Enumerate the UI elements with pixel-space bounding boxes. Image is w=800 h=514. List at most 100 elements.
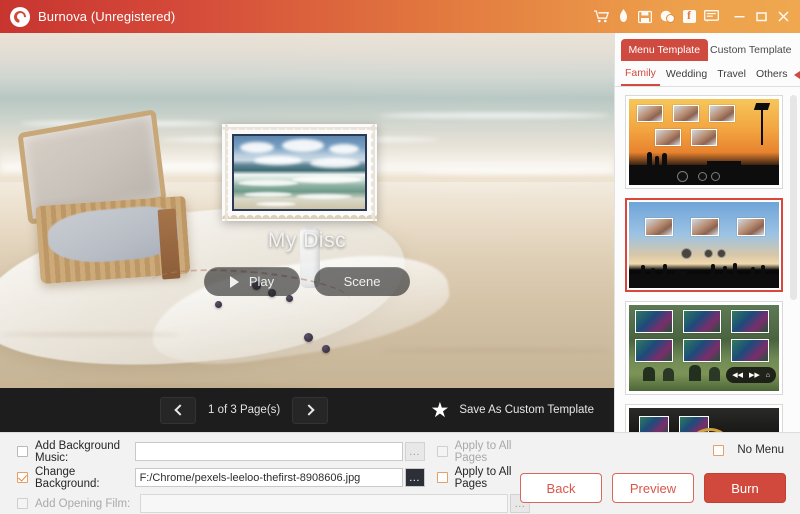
change-background-value: F:/Chrome/pexels-leeloo-thefirst-8908606… xyxy=(139,471,361,484)
template-panel: Menu Template Custom Template Family Wed… xyxy=(614,33,800,432)
change-background-checkbox[interactable] xyxy=(17,472,28,483)
cart-icon[interactable] xyxy=(590,5,612,29)
scroll-left-icon[interactable] xyxy=(793,71,800,79)
template-item-beach-blue[interactable] xyxy=(625,198,783,292)
main-body: My Disc Play Scene 1 of 3 Page(s) ★ Save… xyxy=(0,33,800,432)
maximize-button[interactable] xyxy=(750,5,772,29)
change-background-apply-label: Apply to All Pages xyxy=(454,465,512,490)
background-music-browse-button[interactable]: ... xyxy=(404,442,425,461)
feedback-icon[interactable] xyxy=(700,5,722,29)
title-bar: Burnova (Unregistered) xyxy=(0,0,800,33)
category-tab-wedding[interactable]: Wedding xyxy=(662,65,711,85)
back-button[interactable]: Back xyxy=(520,473,602,503)
titlebar-tools xyxy=(590,5,800,29)
burnova-window: Burnova (Unregistered) f My Disc Play Sc… xyxy=(0,0,800,514)
chevron-left-icon xyxy=(173,404,186,416)
decor-berry xyxy=(215,301,222,308)
page-navigation-bar: 1 of 3 Page(s) ★ Save As Custom Template xyxy=(0,388,614,432)
template-nav-dot xyxy=(717,249,726,258)
star-icon: ★ xyxy=(430,398,450,422)
decor-berry xyxy=(322,345,330,353)
tab-custom-template[interactable]: Custom Template xyxy=(708,39,795,61)
decor-berry xyxy=(304,333,313,342)
template-item-forest-camping[interactable]: ◀◀ ▶▶ ⌂ xyxy=(625,301,783,395)
category-tab-family[interactable]: Family xyxy=(621,64,660,86)
menu-thumbnail-stamp[interactable] xyxy=(221,123,378,222)
template-nav-dot xyxy=(704,249,713,258)
stamp-perforation xyxy=(221,124,228,221)
template-list[interactable]: ◀◀ ▶▶ ⌂ xyxy=(615,87,800,432)
background-music-input[interactable] xyxy=(134,442,403,461)
template-control-bar: ◀◀ ▶▶ ⌂ xyxy=(726,367,776,383)
template-item-sunset-family[interactable] xyxy=(625,95,783,189)
menu-play-button[interactable]: Play xyxy=(204,267,300,296)
previous-page-button[interactable] xyxy=(160,396,196,424)
template-nav-dot xyxy=(711,172,720,181)
next-icon: ▶▶ xyxy=(748,371,760,379)
decor-wave xyxy=(380,113,610,118)
stamp-perforation xyxy=(222,215,377,222)
opening-film-input[interactable] xyxy=(140,494,508,513)
change-background-input[interactable]: F:/Chrome/pexels-leeloo-thefirst-8908606… xyxy=(134,468,403,487)
category-scroll-arrows xyxy=(793,71,800,79)
menu-play-label: Play xyxy=(248,274,275,289)
opening-film-checkbox[interactable] xyxy=(17,498,28,509)
chevron-right-icon xyxy=(303,404,315,416)
change-background-browse-button[interactable]: ... xyxy=(404,468,425,487)
home-icon: ⌂ xyxy=(765,371,770,379)
disc-title[interactable]: My Disc xyxy=(0,229,614,253)
background-music-apply-all: Apply to All Pages xyxy=(436,439,530,464)
app-branding: Burnova (Unregistered) xyxy=(0,6,176,27)
page-indicator: 1 of 3 Page(s) xyxy=(208,404,281,416)
template-list-scrollbar[interactable] xyxy=(790,95,797,300)
page-navigation: 1 of 3 Page(s) xyxy=(160,396,329,424)
menu-preview-column: My Disc Play Scene 1 of 3 Page(s) ★ Save… xyxy=(0,33,614,432)
burnova-disc-logo-icon xyxy=(10,6,30,27)
template-tabs: Menu Template Custom Template xyxy=(615,33,800,61)
background-music-label: Add Background Music: xyxy=(35,439,121,464)
stamp-perforation xyxy=(222,123,377,130)
no-menu-checkbox[interactable] xyxy=(713,444,725,456)
key-icon[interactable] xyxy=(612,5,634,29)
chat-icon[interactable] xyxy=(656,5,678,29)
menu-preview-canvas[interactable]: My Disc Play Scene xyxy=(0,33,614,388)
background-music-checkbox[interactable] xyxy=(17,446,28,457)
opening-film-label: Add Opening Film: xyxy=(35,497,131,510)
menu-thumbnail-photo xyxy=(232,134,367,211)
tab-menu-template[interactable]: Menu Template xyxy=(621,39,708,61)
background-music-apply-checkbox[interactable] xyxy=(436,446,448,457)
menu-scene-button[interactable]: Scene xyxy=(314,267,410,296)
burn-button[interactable]: Burn xyxy=(704,473,786,503)
stamp-perforation xyxy=(371,124,378,221)
decor-berry xyxy=(286,295,293,302)
template-home-dot xyxy=(681,248,692,259)
action-buttons: Back Preview Burn xyxy=(520,473,786,503)
menu-buttons: Play Scene xyxy=(0,267,614,296)
play-icon xyxy=(229,275,239,288)
category-tab-others[interactable]: Others xyxy=(752,65,792,85)
menu-options: Add Background Music: ... Apply to All P… xyxy=(0,433,530,514)
no-menu-option: No Menu xyxy=(713,444,784,456)
close-button[interactable] xyxy=(772,5,794,29)
action-area: No Menu Back Preview Burn xyxy=(520,433,800,514)
minimize-button[interactable] xyxy=(728,5,750,29)
change-background-row: Change Background: F:/Chrome/pexels-leel… xyxy=(17,465,530,490)
change-background-apply-all: Apply to All Pages xyxy=(436,465,530,490)
template-item-dark-gold[interactable] xyxy=(625,404,783,432)
template-category-tabs: Family Wedding Travel Others xyxy=(615,61,800,87)
next-page-button[interactable] xyxy=(292,396,329,424)
decor-sand xyxy=(380,349,610,352)
save-as-custom-template-label: Save As Custom Template xyxy=(459,404,594,416)
category-tab-travel[interactable]: Travel xyxy=(713,65,750,85)
register-icon[interactable] xyxy=(634,5,656,29)
save-as-custom-template-button[interactable]: ★ Save As Custom Template xyxy=(431,400,595,421)
change-background-label: Change Background: xyxy=(35,465,100,490)
change-background-apply-checkbox[interactable] xyxy=(436,472,448,483)
bottom-options-panel: Add Background Music: ... Apply to All P… xyxy=(0,432,800,514)
facebook-icon[interactable] xyxy=(678,5,700,29)
template-home-dot xyxy=(677,171,688,182)
menu-scene-label: Scene xyxy=(343,274,381,289)
background-music-apply-label: Apply to All Pages xyxy=(454,439,512,464)
preview-button[interactable]: Preview xyxy=(612,473,694,503)
app-title: Burnova (Unregistered) xyxy=(38,9,176,24)
